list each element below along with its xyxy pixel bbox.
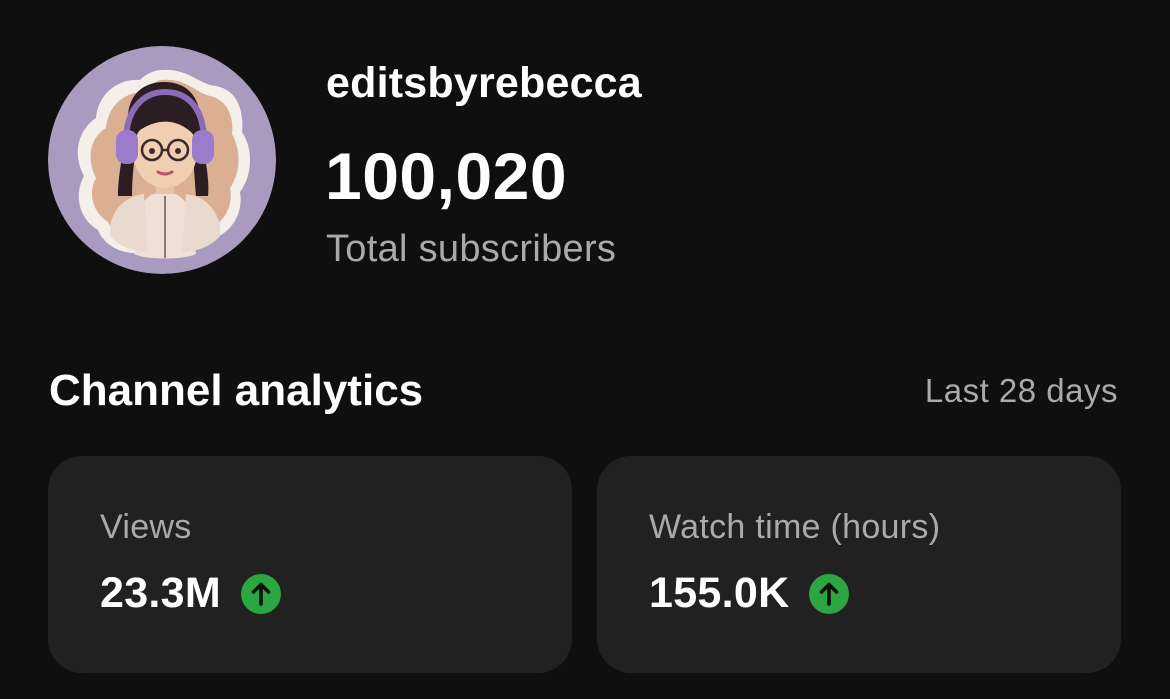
avatar-illustration bbox=[48, 46, 276, 274]
period-selector[interactable]: Last 28 days bbox=[925, 374, 1118, 407]
watch-time-label: Watch time (hours) bbox=[649, 508, 941, 546]
views-value: 23.3M bbox=[100, 569, 222, 617]
arrow-up-icon bbox=[241, 573, 282, 614]
subscriber-count: 100,020 bbox=[325, 139, 568, 213]
arrow-up-icon bbox=[809, 573, 850, 614]
watch-time-value: 155.0K bbox=[649, 569, 790, 617]
analytics-title: Channel analytics bbox=[49, 366, 424, 415]
views-value-row: 23.3M bbox=[100, 569, 282, 617]
views-card[interactable]: Views 23.3M bbox=[48, 456, 572, 673]
views-label: Views bbox=[100, 508, 192, 546]
watch-time-card[interactable]: Watch time (hours) 155.0K bbox=[597, 456, 1121, 673]
channel-name: editsbyrebecca bbox=[326, 59, 642, 107]
watch-time-value-row: 155.0K bbox=[649, 569, 850, 617]
channel-avatar[interactable] bbox=[48, 46, 276, 274]
subscriber-label: Total subscribers bbox=[326, 228, 617, 270]
